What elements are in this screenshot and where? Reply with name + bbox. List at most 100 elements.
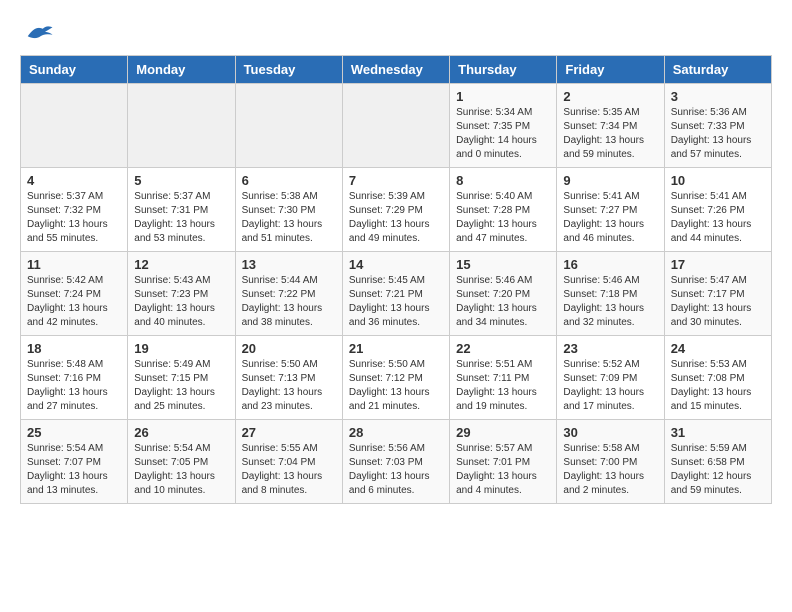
calendar-cell: 18Sunrise: 5:48 AM Sunset: 7:16 PM Dayli… <box>21 336 128 420</box>
calendar-cell: 2 Sunrise: 5:35 AM Sunset: 7:34 PM Daylig… <box>557 84 664 168</box>
calendar-cell: 14 Sunrise: 5:45 AM Sunset: 7:21 PM Dayli… <box>342 252 449 336</box>
day-header-saturday: Saturday <box>664 56 771 84</box>
day-info: Sunrise: 5:39 AM Sunset: 7:29 PM Dayligh… <box>349 190 443 246</box>
day-number: 21 <box>349 341 443 356</box>
day-number: 25 <box>27 425 121 440</box>
day-number: 9 <box>563 173 657 188</box>
calendar-cell: 24 Sunrise: 5:53 AM Sunset: 7:08 PM Dayli… <box>664 336 771 420</box>
calendar-cell: 25 Sunrise: 5:54 AM Sunset: 7:07 PM Dayli… <box>21 420 128 504</box>
calendar-cell: 10 Sunrise: 5:41 AM Sunset: 7:26 PM Dayli… <box>664 168 771 252</box>
calendar-cell: 3Sunrise: 5:36 AM Sunset: 7:33 PM Daylig… <box>664 84 771 168</box>
calendar-cell: 26Sunrise: 5:54 AM Sunset: 7:05 PM Dayli… <box>128 420 235 504</box>
day-info: Sunrise: 5:34 AM Sunset: 7:35 PM Dayligh… <box>456 106 550 162</box>
day-info: Sunrise: 5:37 AM Sunset: 7:32 PM Dayligh… <box>27 190 121 246</box>
day-number: 16 <box>563 257 657 272</box>
day-info: Sunrise: 5:50 AM Sunset: 7:12 PM Dayligh… <box>349 358 443 414</box>
day-info: Sunrise: 5:45 AM Sunset: 7:21 PM Dayligh… <box>349 274 443 330</box>
day-header-thursday: Thursday <box>450 56 557 84</box>
day-number: 29 <box>456 425 550 440</box>
day-info: Sunrise: 5:40 AM Sunset: 7:28 PM Dayligh… <box>456 190 550 246</box>
day-number: 23 <box>563 341 657 356</box>
calendar-cell: 4 Sunrise: 5:37 AM Sunset: 7:32 PM Daylig… <box>21 168 128 252</box>
calendar-cell: 8 Sunrise: 5:40 AM Sunset: 7:28 PM Daylig… <box>450 168 557 252</box>
calendar-week-1: 1 Sunrise: 5:34 AM Sunset: 7:35 PM Daylig… <box>21 84 772 168</box>
calendar-cell: 22 Sunrise: 5:51 AM Sunset: 7:11 PM Dayli… <box>450 336 557 420</box>
day-number: 27 <box>242 425 336 440</box>
day-number: 10 <box>671 173 765 188</box>
calendar-cell: 28 Sunrise: 5:56 AM Sunset: 7:03 PM Dayli… <box>342 420 449 504</box>
day-number: 14 <box>349 257 443 272</box>
day-number: 15 <box>456 257 550 272</box>
calendar-cell: 9 Sunrise: 5:41 AM Sunset: 7:27 PM Daylig… <box>557 168 664 252</box>
day-info: Sunrise: 5:52 AM Sunset: 7:09 PM Dayligh… <box>563 358 657 414</box>
day-header-monday: Monday <box>128 56 235 84</box>
page-header <box>20 20 772 45</box>
day-number: 5 <box>134 173 228 188</box>
day-info: Sunrise: 5:38 AM Sunset: 7:30 PM Dayligh… <box>242 190 336 246</box>
day-info: Sunrise: 5:59 AM Sunset: 6:58 PM Dayligh… <box>671 442 765 498</box>
calendar-cell <box>342 84 449 168</box>
day-info: Sunrise: 5:49 AM Sunset: 7:15 PM Dayligh… <box>134 358 228 414</box>
calendar-cell: 7 Sunrise: 5:39 AM Sunset: 7:29 PM Daylig… <box>342 168 449 252</box>
day-number: 3 <box>671 89 765 104</box>
day-number: 6 <box>242 173 336 188</box>
day-number: 7 <box>349 173 443 188</box>
calendar-cell: 20 Sunrise: 5:50 AM Sunset: 7:13 PM Dayli… <box>235 336 342 420</box>
day-info: Sunrise: 5:35 AM Sunset: 7:34 PM Dayligh… <box>563 106 657 162</box>
day-info: Sunrise: 5:57 AM Sunset: 7:01 PM Dayligh… <box>456 442 550 498</box>
day-number: 20 <box>242 341 336 356</box>
day-number: 17 <box>671 257 765 272</box>
calendar-cell <box>21 84 128 168</box>
day-info: Sunrise: 5:42 AM Sunset: 7:24 PM Dayligh… <box>27 274 121 330</box>
calendar-week-5: 25 Sunrise: 5:54 AM Sunset: 7:07 PM Dayli… <box>21 420 772 504</box>
calendar-cell: 15 Sunrise: 5:46 AM Sunset: 7:20 PM Dayli… <box>450 252 557 336</box>
day-header-tuesday: Tuesday <box>235 56 342 84</box>
day-number: 11 <box>27 257 121 272</box>
day-number: 28 <box>349 425 443 440</box>
calendar-cell: 12 Sunrise: 5:43 AM Sunset: 7:23 PM Dayli… <box>128 252 235 336</box>
day-info: Sunrise: 5:55 AM Sunset: 7:04 PM Dayligh… <box>242 442 336 498</box>
day-info: Sunrise: 5:50 AM Sunset: 7:13 PM Dayligh… <box>242 358 336 414</box>
day-number: 4 <box>27 173 121 188</box>
calendar-cell: 11 Sunrise: 5:42 AM Sunset: 7:24 PM Dayli… <box>21 252 128 336</box>
day-number: 22 <box>456 341 550 356</box>
day-number: 18 <box>27 341 121 356</box>
calendar-cell: 29 Sunrise: 5:57 AM Sunset: 7:01 PM Dayli… <box>450 420 557 504</box>
day-info: Sunrise: 5:44 AM Sunset: 7:22 PM Dayligh… <box>242 274 336 330</box>
day-header-sunday: Sunday <box>21 56 128 84</box>
calendar-week-4: 18Sunrise: 5:48 AM Sunset: 7:16 PM Dayli… <box>21 336 772 420</box>
day-info: Sunrise: 5:41 AM Sunset: 7:27 PM Dayligh… <box>563 190 657 246</box>
calendar-cell: 17Sunrise: 5:47 AM Sunset: 7:17 PM Dayli… <box>664 252 771 336</box>
day-number: 12 <box>134 257 228 272</box>
calendar-table: SundayMondayTuesdayWednesdayThursdayFrid… <box>20 55 772 504</box>
day-number: 30 <box>563 425 657 440</box>
calendar-week-3: 11 Sunrise: 5:42 AM Sunset: 7:24 PM Dayli… <box>21 252 772 336</box>
day-number: 2 <box>563 89 657 104</box>
calendar-week-2: 4 Sunrise: 5:37 AM Sunset: 7:32 PM Daylig… <box>21 168 772 252</box>
day-info: Sunrise: 5:51 AM Sunset: 7:11 PM Dayligh… <box>456 358 550 414</box>
calendar-cell: 5Sunrise: 5:37 AM Sunset: 7:31 PM Daylig… <box>128 168 235 252</box>
calendar-cell: 31 Sunrise: 5:59 AM Sunset: 6:58 PM Dayli… <box>664 420 771 504</box>
day-info: Sunrise: 5:46 AM Sunset: 7:20 PM Dayligh… <box>456 274 550 330</box>
day-number: 19 <box>134 341 228 356</box>
day-number: 8 <box>456 173 550 188</box>
day-info: Sunrise: 5:54 AM Sunset: 7:07 PM Dayligh… <box>27 442 121 498</box>
calendar-cell <box>128 84 235 168</box>
day-info: Sunrise: 5:43 AM Sunset: 7:23 PM Dayligh… <box>134 274 228 330</box>
day-info: Sunrise: 5:46 AM Sunset: 7:18 PM Dayligh… <box>563 274 657 330</box>
day-number: 31 <box>671 425 765 440</box>
day-number: 1 <box>456 89 550 104</box>
day-info: Sunrise: 5:54 AM Sunset: 7:05 PM Dayligh… <box>134 442 228 498</box>
day-info: Sunrise: 5:53 AM Sunset: 7:08 PM Dayligh… <box>671 358 765 414</box>
day-header-wednesday: Wednesday <box>342 56 449 84</box>
header-row: SundayMondayTuesdayWednesdayThursdayFrid… <box>21 56 772 84</box>
calendar-cell: 19 Sunrise: 5:49 AM Sunset: 7:15 PM Dayli… <box>128 336 235 420</box>
logo <box>20 20 54 45</box>
calendar-cell: 16 Sunrise: 5:46 AM Sunset: 7:18 PM Dayli… <box>557 252 664 336</box>
day-info: Sunrise: 5:58 AM Sunset: 7:00 PM Dayligh… <box>563 442 657 498</box>
calendar-cell <box>235 84 342 168</box>
day-info: Sunrise: 5:41 AM Sunset: 7:26 PM Dayligh… <box>671 190 765 246</box>
day-info: Sunrise: 5:56 AM Sunset: 7:03 PM Dayligh… <box>349 442 443 498</box>
day-number: 24 <box>671 341 765 356</box>
day-number: 13 <box>242 257 336 272</box>
